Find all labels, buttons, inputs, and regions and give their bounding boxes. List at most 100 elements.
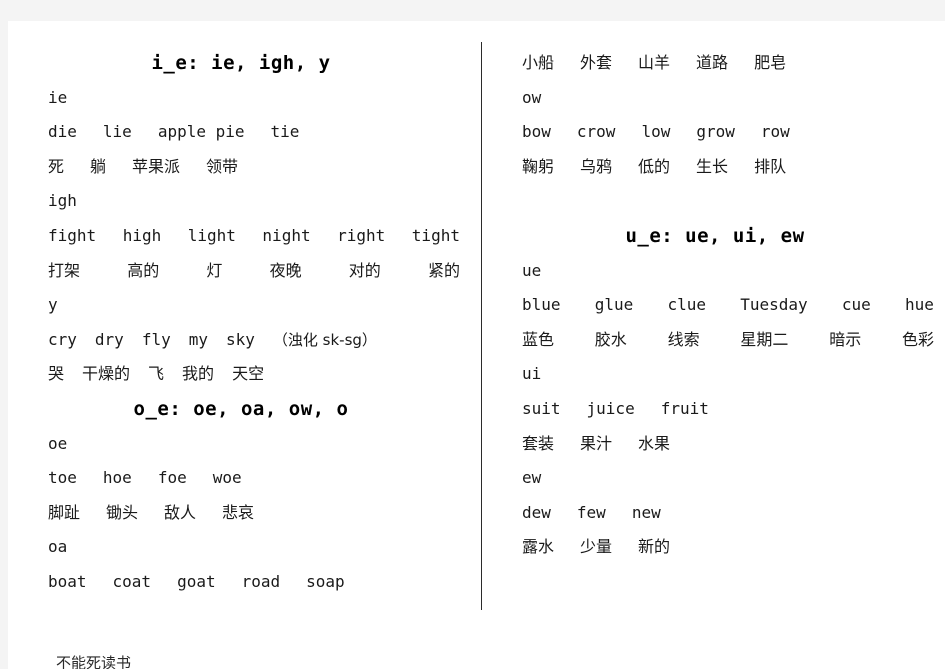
- word-english: tie: [270, 122, 300, 142]
- word-chinese: 山羊: [638, 53, 671, 72]
- word-chinese: 打架: [48, 260, 81, 280]
- word-chinese: 新的: [638, 537, 671, 557]
- pattern-heading: igh: [8, 184, 474, 218]
- word-row-chinese: 死 躺 苹果派 领带: [8, 150, 474, 184]
- word-row-english: cry dry fly my sky （浊化 sk-sg）: [8, 323, 474, 357]
- word-english: dew: [522, 502, 551, 522]
- spacer-row: [482, 184, 945, 218]
- word-english: hoe: [102, 468, 132, 488]
- word-chinese: 果汁: [580, 433, 613, 453]
- word-chinese: 躺: [90, 156, 107, 176]
- word-chinese: 敌人: [164, 502, 197, 522]
- word-chinese: 外套: [580, 53, 613, 72]
- word-row-items: blue glue clue Tuesday cue hue: [482, 288, 945, 322]
- word-chinese: 干燥的: [82, 364, 131, 384]
- pattern-heading-label: ew: [522, 468, 542, 488]
- word-english: fight: [48, 226, 97, 245]
- word-english: tight: [411, 226, 460, 245]
- word-english: coat: [112, 572, 152, 591]
- column-divider-rule: [481, 42, 482, 610]
- word-english: night: [262, 226, 311, 245]
- word-chinese: 暗示: [829, 329, 862, 349]
- word-english: toe: [48, 468, 77, 488]
- word-chinese: 领带: [206, 156, 239, 176]
- word-english: row: [760, 122, 790, 142]
- right-column: 小船 外套 山羊 道路 肥皂 ow bow crow low grow row 鞠躬 乌鸦 低的 生长 排队 u…: [482, 21, 945, 669]
- word-chinese: 飞: [148, 364, 165, 384]
- word-english: fly: [141, 329, 171, 349]
- section-title: i_e: ie, igh, y: [151, 52, 331, 74]
- word-row-chinese: 哭干燥的飞我的 天空: [8, 357, 474, 391]
- word-english: grow: [696, 122, 735, 142]
- word-chinese: 鞠躬: [522, 156, 555, 176]
- word-row-items: dew few new: [482, 496, 945, 530]
- word-row-items: 小船 外套 山羊 道路 肥皂: [482, 46, 945, 80]
- section-title: o_e: oe, oa, ow, o: [133, 398, 349, 420]
- word-row-chinese: 套装 果汁 水果: [482, 427, 945, 461]
- word-english: crow: [576, 122, 616, 142]
- pattern-heading: ue: [482, 254, 945, 288]
- word-english: blue: [522, 295, 561, 315]
- word-chinese: 高的: [127, 260, 160, 280]
- word-chinese: 天空: [232, 364, 265, 384]
- word-chinese: 线索: [667, 329, 700, 349]
- pattern-heading: ie: [8, 81, 474, 115]
- word-chinese: 胶水: [594, 329, 627, 349]
- word-english: woe: [212, 468, 242, 488]
- word-english: fruit: [660, 399, 709, 418]
- word-english: cue: [841, 295, 871, 315]
- word-row-chinese: 脚趾 锄头 敌人 悲哀: [8, 496, 474, 530]
- pattern-heading: oe: [8, 427, 474, 461]
- word-english: low: [641, 122, 671, 142]
- word-chinese: 对的: [348, 260, 381, 280]
- word-chinese: 锄头: [106, 502, 139, 522]
- word-row-items: fight high light night right tight: [8, 219, 474, 253]
- pronunciation-note: （浊化 sk-sg）: [272, 330, 377, 349]
- word-english: Tuesday: [740, 295, 808, 315]
- word-english: die: [48, 122, 77, 142]
- word-english: foe: [157, 468, 187, 488]
- word-row-items: 哭干燥的飞我的 天空: [8, 357, 474, 391]
- word-chinese: 悲哀: [222, 502, 255, 522]
- word-english: goat: [177, 572, 216, 591]
- word-english: soap: [306, 572, 345, 591]
- word-chinese: 灯: [206, 260, 223, 280]
- pattern-heading: oa: [8, 530, 474, 564]
- word-row-chinese: 打架 高的 灯 夜晚 对的 紧的: [8, 254, 474, 288]
- footer-clipped-text: 不能死读书: [56, 655, 256, 669]
- word-row-english: dew few new: [482, 496, 945, 530]
- word-english: light: [187, 226, 236, 245]
- word-row-chinese: 蓝色 胶水 线索 星期二 暗示 色彩: [482, 323, 945, 357]
- word-english: apple pie: [157, 122, 245, 142]
- word-chinese: 肥皂: [754, 53, 787, 72]
- word-english: few: [576, 502, 606, 522]
- word-english: lie: [102, 122, 132, 142]
- pattern-heading-label: oa: [48, 537, 68, 557]
- pattern-heading-label: ow: [522, 87, 542, 107]
- document-page: i_e: ie, igh, y ie die lie apple pie tie 死 躺 苹果派…: [8, 21, 945, 669]
- word-english: dry: [94, 329, 124, 349]
- word-row-items: 死 躺 苹果派 领带: [8, 150, 474, 184]
- word-row-chinese: 鞠躬 乌鸦 低的 生长 排队: [482, 150, 945, 184]
- word-english: high: [122, 226, 162, 245]
- word-row-items: 套装 果汁 水果: [482, 427, 945, 461]
- word-chinese: 紧的: [427, 260, 460, 280]
- word-row-chinese: 小船 外套 山羊 道路 肥皂: [482, 46, 945, 80]
- word-row-items: toe hoe foe woe: [8, 461, 474, 495]
- word-row-english: die lie apple pie tie: [8, 115, 474, 149]
- word-english: hue: [905, 295, 934, 315]
- pattern-heading-label: ui: [522, 364, 542, 384]
- word-chinese: 我的: [182, 364, 215, 384]
- section-title: u_e: ue, ui, ew: [625, 225, 805, 247]
- word-chinese: 露水: [522, 537, 555, 557]
- word-row-english: fight high light night right tight: [8, 219, 474, 253]
- word-english: road: [241, 572, 281, 591]
- word-english: bow: [522, 122, 551, 142]
- word-row-english: boat coat goat road soap: [8, 565, 474, 599]
- word-row-items: 打架 高的 灯 夜晚 对的 紧的: [8, 254, 474, 288]
- pattern-heading: ow: [482, 81, 945, 115]
- word-english: right: [337, 226, 386, 245]
- word-chinese: 色彩: [901, 329, 934, 349]
- word-chinese: 套装: [522, 433, 555, 453]
- word-row-items: bow crow low grow row: [482, 115, 945, 149]
